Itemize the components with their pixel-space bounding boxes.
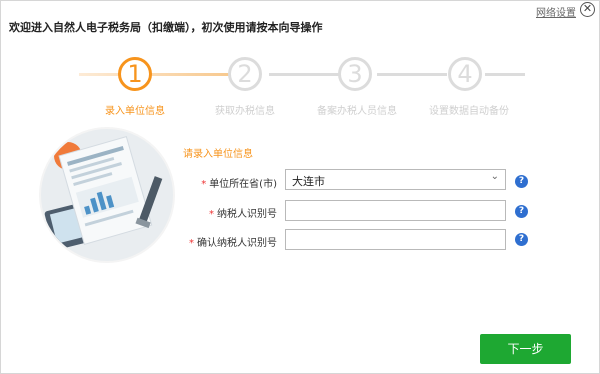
required-mark: *: [209, 209, 214, 220]
step-3-label: 备案办税人员信息: [317, 106, 397, 117]
wizard-window: 欢迎进入自然人电子税务局（扣缴端），初次使用请按本向导操作 网络设置 ✕ 1 2…: [0, 0, 600, 374]
next-step-button[interactable]: 下一步: [480, 334, 571, 364]
required-mark: *: [201, 179, 207, 190]
step-2-label: 获取办税信息: [215, 106, 275, 117]
taxpayer-id-label-text: 纳税人识别号: [217, 209, 277, 220]
step-3-circle: 3: [338, 57, 372, 91]
confirm-taxpayer-id-input[interactable]: [285, 229, 506, 250]
required-mark: *: [189, 238, 194, 249]
province-select[interactable]: 大连市 ⌄: [285, 169, 506, 190]
province-label-text: 单位所在省(市): [209, 179, 277, 190]
document-illustration-icon: [39, 127, 175, 263]
taxpayer-id-input[interactable]: [285, 200, 506, 221]
chevron-down-icon: ⌄: [490, 171, 499, 182]
confirm-taxpayer-id-help-icon[interactable]: ?: [515, 233, 528, 246]
step-2-circle: 2: [228, 57, 262, 91]
province-select-value: 大连市: [292, 175, 325, 188]
step-1-circle: 1: [118, 57, 152, 91]
step-4-label: 设置数据自动备份: [429, 106, 509, 117]
close-icon[interactable]: ✕: [580, 2, 595, 17]
province-label: * 单位所在省(市): [177, 175, 277, 190]
confirm-taxpayer-id-label: * 确认纳税人识别号: [177, 234, 277, 249]
step-1-label: 录入单位信息: [105, 106, 165, 117]
step-track-4: [485, 73, 525, 76]
taxpayer-id-help-icon[interactable]: ?: [515, 205, 528, 218]
step-track-1: [79, 73, 229, 76]
step-track-2: [269, 73, 339, 76]
section-title: 请录入单位信息: [183, 149, 253, 160]
welcome-title: 欢迎进入自然人电子税务局（扣缴端），初次使用请按本向导操作: [9, 21, 323, 34]
taxpayer-id-label: * 纳税人识别号: [177, 205, 277, 220]
province-help-icon[interactable]: ?: [515, 175, 528, 188]
network-settings-link[interactable]: 网络设置: [536, 4, 576, 19]
step-4-circle: 4: [448, 57, 482, 91]
step-track-3: [377, 73, 447, 76]
confirm-taxpayer-id-label-text: 确认纳税人识别号: [197, 238, 277, 249]
